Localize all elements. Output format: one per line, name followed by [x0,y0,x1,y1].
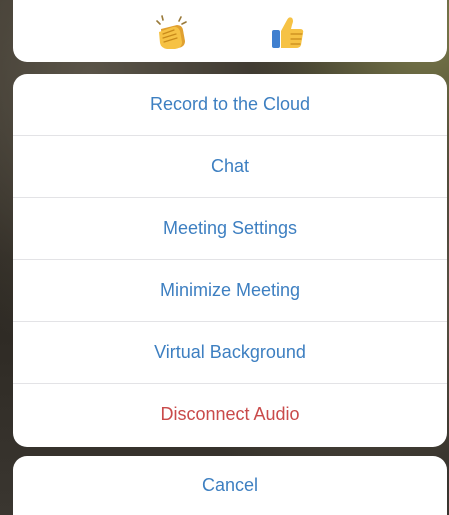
reactions-row [13,0,447,62]
reactions-panel [13,0,447,62]
clapping-hands-icon [156,15,187,49]
cancel-button[interactable]: Cancel [13,456,447,515]
disconnect-audio-button[interactable]: Disconnect Audio [13,384,447,445]
minimize-meeting-button[interactable]: Minimize Meeting [13,260,447,322]
chat-button[interactable]: Chat [13,136,447,198]
meeting-actions-menu: Record to the Cloud Chat Meeting Setting… [13,74,447,447]
thumbs-up-icon [272,17,304,48]
clapping-hands-reaction-button[interactable] [151,12,191,52]
thumbs-up-reaction-button[interactable] [268,12,308,52]
cancel-panel: Cancel [13,456,447,515]
record-to-cloud-button[interactable]: Record to the Cloud [13,74,447,136]
meeting-settings-button[interactable]: Meeting Settings [13,198,447,260]
virtual-background-button[interactable]: Virtual Background [13,322,447,384]
